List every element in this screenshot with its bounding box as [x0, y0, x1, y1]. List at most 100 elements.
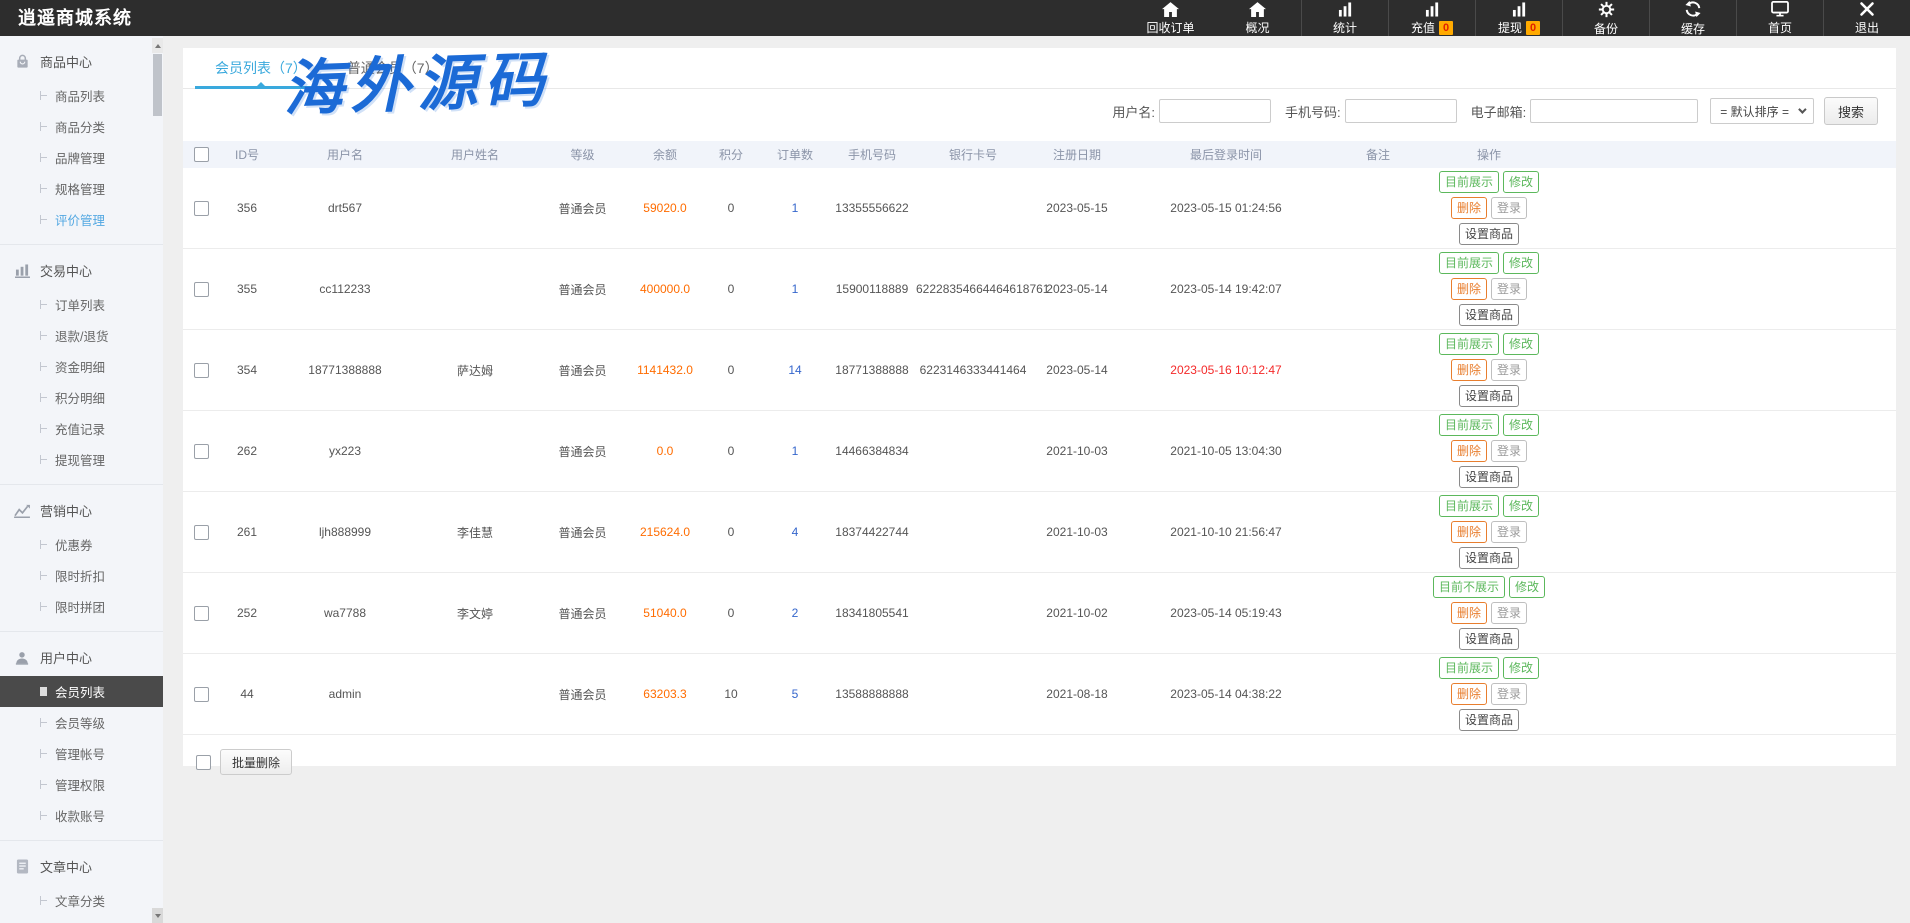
nav-item-withdraw[interactable]: 提现0: [1475, 0, 1562, 36]
cell-last-login: 2021-10-10 21:56:47: [1124, 492, 1328, 573]
nav-item-label: 备份: [1594, 20, 1618, 37]
cell-reg-date: 2023-05-15: [1030, 168, 1124, 249]
scrollbar-thumb[interactable]: [153, 54, 162, 116]
sidebar-item-points-detail[interactable]: 积分明细: [0, 382, 163, 413]
login-button[interactable]: 登录: [1491, 602, 1527, 624]
tab-normal-member[interactable]: 普通会员（7）: [327, 48, 459, 88]
sidebar-item-review-management[interactable]: 评价管理: [0, 204, 163, 235]
nav-item-statistics[interactable]: 统计: [1301, 0, 1388, 36]
cell-remark: [1328, 654, 1428, 735]
username-input[interactable]: [1159, 99, 1271, 123]
login-button[interactable]: 登录: [1491, 278, 1527, 300]
display-status-button[interactable]: 目前展示: [1439, 414, 1499, 436]
row-checkbox[interactable]: [194, 444, 209, 459]
sort-select[interactable]: = 默认排序 =: [1710, 98, 1814, 124]
select-all-checkbox[interactable]: [194, 147, 209, 162]
sidebar-item-goods-list[interactable]: 商品列表: [0, 80, 163, 111]
nav-item-overview[interactable]: 概况: [1214, 0, 1301, 36]
login-button[interactable]: 登录: [1491, 359, 1527, 381]
display-status-button[interactable]: 目前展示: [1439, 495, 1499, 517]
sidebar-header-article-center[interactable]: 文章中心: [0, 844, 163, 885]
phone-input[interactable]: [1345, 99, 1457, 123]
set-goods-button[interactable]: 设置商品: [1459, 466, 1519, 488]
sidebar-header-goods-center[interactable]: 商品中心: [0, 39, 163, 80]
batch-delete-button[interactable]: 批量删除: [220, 749, 292, 775]
edit-button[interactable]: 修改: [1503, 333, 1539, 355]
sidebar-item-order-list[interactable]: 订单列表: [0, 289, 163, 320]
sidebar-header-marketing-center[interactable]: 营销中心: [0, 488, 163, 529]
edit-button[interactable]: 修改: [1503, 252, 1539, 274]
nav-item-recharge[interactable]: 充值0: [1388, 0, 1475, 36]
row-checkbox[interactable]: [194, 363, 209, 378]
tab-member-list[interactable]: 会员列表（7）: [195, 48, 327, 88]
sidebar-item-group-buy[interactable]: 限时拼团: [0, 591, 163, 622]
set-goods-button[interactable]: 设置商品: [1459, 385, 1519, 407]
batch-select-checkbox[interactable]: [196, 755, 211, 770]
sidebar-item-admin-permissions[interactable]: 管理权限: [0, 769, 163, 800]
edit-button[interactable]: 修改: [1503, 414, 1539, 436]
login-button[interactable]: 登录: [1491, 197, 1527, 219]
delete-button[interactable]: 删除: [1451, 440, 1487, 462]
sidebar-item-member-level[interactable]: 会员等级: [0, 707, 163, 738]
display-status-button[interactable]: 目前不展示: [1433, 576, 1505, 598]
search-button[interactable]: 搜索: [1824, 97, 1878, 125]
cell-spacer: [1550, 249, 1896, 330]
row-checkbox[interactable]: [194, 525, 209, 540]
edit-button[interactable]: 修改: [1503, 657, 1539, 679]
display-status-button[interactable]: 目前展示: [1439, 333, 1499, 355]
sidebar-item-flash-discount[interactable]: 限时折扣: [0, 560, 163, 591]
sidebar-item-admin-accounts[interactable]: 管理帐号: [0, 738, 163, 769]
row-checkbox[interactable]: [194, 606, 209, 621]
display-status-button[interactable]: 目前展示: [1439, 252, 1499, 274]
sidebar-scrollbar[interactable]: [152, 36, 163, 923]
nav-item-backup[interactable]: 备份: [1562, 0, 1649, 36]
cell-username: cc112233: [275, 249, 415, 330]
email-input[interactable]: [1530, 99, 1698, 123]
delete-button[interactable]: 删除: [1451, 521, 1487, 543]
row-checkbox[interactable]: [194, 687, 209, 702]
sidebar-item-recharge-records[interactable]: 充值记录: [0, 413, 163, 444]
set-goods-button[interactable]: 设置商品: [1459, 547, 1519, 569]
edit-button[interactable]: 修改: [1509, 576, 1545, 598]
sidebar-header-trade-center[interactable]: 交易中心: [0, 248, 163, 289]
login-button[interactable]: 登录: [1491, 440, 1527, 462]
sidebar-item-refund-return[interactable]: 退款/退货: [0, 320, 163, 351]
action-line: 设置商品: [1428, 708, 1550, 732]
delete-button[interactable]: 删除: [1451, 359, 1487, 381]
sidebar-item-coupons[interactable]: 优惠券: [0, 529, 163, 560]
sidebar-item-member-list[interactable]: 会员列表: [0, 676, 163, 707]
sidebar-item-article-list[interactable]: 文章列表: [0, 916, 163, 923]
sidebar-item-payment-accounts[interactable]: 收款账号: [0, 800, 163, 831]
scroll-down-button[interactable]: [152, 908, 163, 923]
set-goods-button[interactable]: 设置商品: [1459, 628, 1519, 650]
nav-item-homepage[interactable]: 首页: [1736, 0, 1823, 36]
delete-button[interactable]: 删除: [1451, 197, 1487, 219]
cell-level: 普通会员: [535, 654, 630, 735]
login-button[interactable]: 登录: [1491, 521, 1527, 543]
display-status-button[interactable]: 目前展示: [1439, 657, 1499, 679]
sidebar-item-funds-detail[interactable]: 资金明细: [0, 351, 163, 382]
login-button[interactable]: 登录: [1491, 683, 1527, 705]
nav-item-logout[interactable]: 退出: [1823, 0, 1910, 36]
sidebar-item-article-category[interactable]: 文章分类: [0, 885, 163, 916]
column-header: 用户姓名: [415, 141, 535, 168]
nav-item-recycle-orders[interactable]: 回收订单: [1127, 0, 1214, 36]
edit-button[interactable]: 修改: [1503, 171, 1539, 193]
delete-button[interactable]: 删除: [1451, 278, 1487, 300]
sidebar-item-brand-management[interactable]: 品牌管理: [0, 142, 163, 173]
sidebar-item-spec-management[interactable]: 规格管理: [0, 173, 163, 204]
delete-button[interactable]: 删除: [1451, 602, 1487, 624]
sidebar-item-goods-category[interactable]: 商品分类: [0, 111, 163, 142]
set-goods-button[interactable]: 设置商品: [1459, 304, 1519, 326]
sidebar-header-user-center[interactable]: 用户中心: [0, 635, 163, 676]
sidebar-item-withdraw-management[interactable]: 提现管理: [0, 444, 163, 475]
scroll-up-button[interactable]: [152, 38, 163, 53]
row-checkbox[interactable]: [194, 201, 209, 216]
edit-button[interactable]: 修改: [1503, 495, 1539, 517]
delete-button[interactable]: 删除: [1451, 683, 1487, 705]
nav-item-cache[interactable]: 缓存: [1649, 0, 1736, 36]
display-status-button[interactable]: 目前展示: [1439, 171, 1499, 193]
set-goods-button[interactable]: 设置商品: [1459, 223, 1519, 245]
set-goods-button[interactable]: 设置商品: [1459, 709, 1519, 731]
row-checkbox[interactable]: [194, 282, 209, 297]
